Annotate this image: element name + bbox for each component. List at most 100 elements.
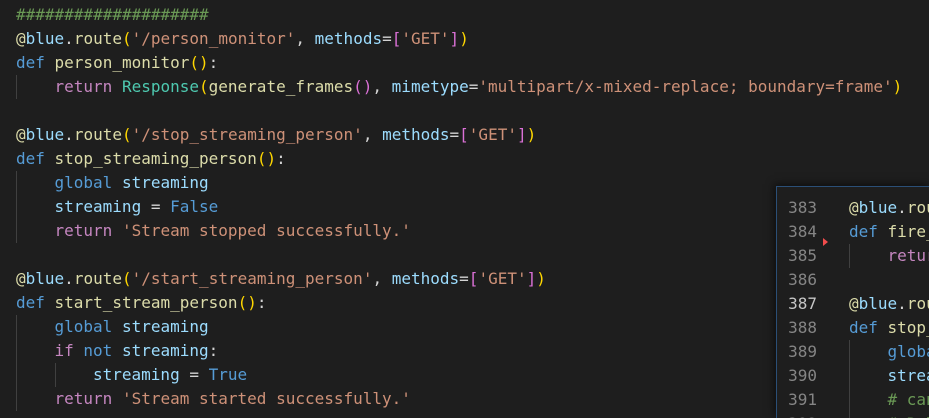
code-token: fire_ — [888, 222, 929, 241]
code-token: methods — [392, 269, 459, 288]
code-token: generate_frames — [209, 77, 354, 96]
code-token: , — [372, 77, 391, 96]
line-number: 383 — [777, 196, 817, 220]
code-line[interactable]: @blue.route('/stop_streaming_person', me… — [16, 123, 536, 147]
peek-line[interactable]: 385 retur — [777, 244, 929, 268]
code-token: route — [74, 125, 122, 144]
code-token: ] — [517, 125, 527, 144]
code-token: ) — [536, 269, 546, 288]
code-token: . — [897, 198, 907, 217]
code-editor[interactable]: ####################@blue.route('/person… — [0, 0, 929, 417]
code-token: mimetype — [392, 77, 469, 96]
code-token: person_monitor — [55, 53, 190, 72]
code-token: . — [64, 269, 74, 288]
indent-guide — [16, 195, 17, 219]
code-token: streaming — [122, 317, 209, 336]
indent-guide — [16, 171, 17, 195]
code-token: : — [209, 53, 219, 72]
code-token: blue — [859, 294, 898, 313]
peek-widget[interactable]: 383@blue.rou384def fire_385retur386387@b… — [776, 186, 929, 418]
peek-code: # Rel — [888, 412, 929, 418]
code-token: '/person_monitor' — [132, 29, 296, 48]
line-number: 387 — [777, 292, 817, 316]
line-number: 386 — [777, 268, 817, 292]
code-token: : — [276, 149, 286, 168]
code-line[interactable]: def start_stream_person(): — [16, 291, 266, 315]
code-token: # can — [888, 390, 929, 409]
code-line[interactable]: if not streaming: — [55, 339, 219, 363]
indent-guide — [55, 363, 56, 387]
code-token: rou — [907, 294, 929, 313]
code-token: True — [209, 365, 248, 384]
code-token: blue — [859, 198, 898, 217]
code-token: = — [382, 29, 392, 48]
line-number: 388 — [777, 316, 817, 340]
code-line[interactable]: return 'Stream started successfully.' — [55, 387, 411, 411]
code-token: @ — [16, 29, 26, 48]
line-number: 392 — [777, 412, 817, 418]
peek-code: retur — [888, 244, 929, 268]
code-token: ( — [199, 77, 209, 96]
code-line[interactable]: def stop_streaming_person(): — [16, 147, 286, 171]
peek-line[interactable]: 391 # can — [777, 388, 929, 412]
code-token: ( — [122, 29, 132, 48]
code-token: : — [209, 341, 219, 360]
line-number: 391 — [777, 388, 817, 412]
peek-line[interactable]: 383 @blue.rou — [777, 196, 929, 220]
code-token: = — [459, 269, 469, 288]
code-token: @ — [849, 198, 859, 217]
code-token: @ — [16, 269, 26, 288]
code-token: ] — [450, 29, 460, 48]
code-line[interactable]: return Response(generate_frames(), mimet… — [55, 75, 903, 99]
indent-guide — [849, 244, 850, 268]
code-line[interactable]: streaming = False — [55, 195, 219, 219]
peek-line[interactable]: 384def fire_ — [777, 220, 929, 244]
code-line[interactable]: global streaming — [55, 171, 209, 195]
code-token: = — [450, 125, 460, 144]
code-token: @ — [849, 294, 859, 313]
indent-guide — [16, 387, 17, 411]
peek-line[interactable]: 388 def stop_ — [777, 316, 929, 340]
peek-line[interactable]: 387 @blue.rou — [777, 292, 929, 316]
code-token: 'Stream stopped successfully.' — [122, 221, 411, 240]
code-line[interactable]: @blue.route('/start_streaming_person', m… — [16, 267, 546, 291]
peek-line[interactable]: 390strea — [777, 364, 929, 388]
line-number: 390 — [777, 364, 817, 388]
indent-guide — [849, 340, 850, 364]
peek-code: def stop_ — [849, 316, 929, 340]
code-line[interactable]: def person_monitor(): — [16, 51, 218, 75]
peek-line[interactable]: 386 — [777, 268, 929, 292]
code-token: retur — [888, 246, 929, 265]
code-token: streaming — [122, 173, 209, 192]
code-token: ( — [122, 125, 132, 144]
code-token: , — [372, 269, 391, 288]
code-token: () — [257, 149, 276, 168]
code-token: False — [170, 197, 218, 216]
indent-guide — [16, 363, 17, 387]
code-token: global — [55, 317, 122, 336]
peek-code: @blue.rou — [849, 292, 929, 316]
code-line[interactable]: return 'Stream stopped successfully.' — [55, 219, 411, 243]
code-token: '/start_streaming_person' — [132, 269, 373, 288]
code-token: methods — [382, 125, 449, 144]
peek-line[interactable]: 392 # Rel — [777, 412, 929, 418]
code-token: # Rel — [888, 414, 929, 418]
code-token: ) — [459, 29, 469, 48]
code-token: streaming — [93, 365, 180, 384]
code-token: def — [16, 149, 55, 168]
code-line[interactable]: streaming = True — [93, 363, 247, 387]
code-token: if — [55, 341, 84, 360]
peek-line[interactable]: 389globa — [777, 340, 929, 364]
code-token: rou — [907, 198, 929, 217]
code-token: : — [257, 293, 267, 312]
code-line[interactable]: global streaming — [55, 315, 209, 339]
code-line[interactable]: @blue.route('/person_monitor', methods=[… — [16, 27, 469, 51]
line-number: 389 — [777, 340, 817, 364]
code-line[interactable]: #################### — [16, 3, 209, 27]
indent-guide — [16, 219, 17, 243]
code-token: blue — [26, 269, 65, 288]
line-number: 385 — [777, 244, 817, 268]
indent-guide — [16, 315, 17, 339]
code-token: , — [363, 125, 382, 144]
code-token: , — [295, 29, 314, 48]
